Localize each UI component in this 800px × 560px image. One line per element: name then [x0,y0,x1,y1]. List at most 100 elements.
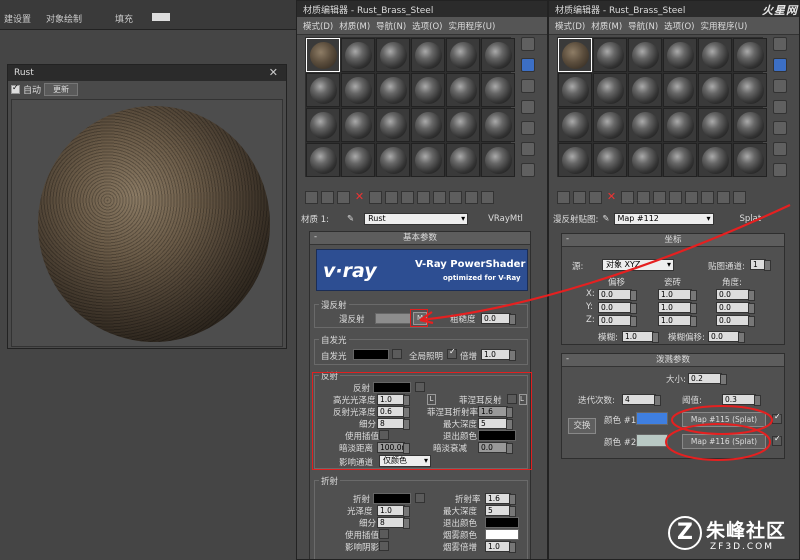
angle-x[interactable]: 0.0 [716,289,755,301]
put-library-icon[interactable] [401,191,414,204]
offset-y[interactable]: 0.0 [598,302,637,314]
map-name-field[interactable]: Map #112 [613,212,714,225]
refr-use-interp-checkbox[interactable] [379,529,389,539]
rollout-header[interactable]: 基本参数 [310,231,530,245]
sample-slot[interactable] [341,143,375,177]
sample-slot[interactable] [593,108,627,142]
sample-slot[interactable] [341,38,375,72]
blur-offset-spinner[interactable]: 0.0 [708,331,745,343]
sample-slot[interactable] [593,143,627,177]
sample-slot[interactable] [558,38,592,72]
affect-shadows-checkbox[interactable] [379,541,389,551]
blur-spinner[interactable]: 1.0 [622,331,659,343]
put-to-scene-icon[interactable] [321,191,334,204]
eyedropper-icon[interactable]: ✎ [347,214,354,224]
menu-mode[interactable]: 模式(D) [555,20,585,32]
menu-item[interactable]: 对象绘制 [46,12,82,25]
sample-slot[interactable] [733,108,767,142]
get-material-icon[interactable] [557,191,570,204]
sample-slot[interactable] [558,73,592,107]
selfillum-map-button[interactable] [392,349,402,359]
offset-z[interactable]: 0.0 [598,315,637,327]
sample-slot[interactable] [481,73,515,107]
menu-options[interactable]: 选项(O) [412,20,442,32]
sample-slot[interactable] [411,108,445,142]
menu-navigation[interactable]: 导航(N) [376,20,406,32]
sample-slot[interactable] [663,73,697,107]
go-parent-icon[interactable] [717,191,730,204]
sample-slot[interactable] [663,38,697,72]
tiling-y[interactable]: 1.0 [658,302,697,314]
sample-slot[interactable] [446,73,480,107]
offset-x[interactable]: 0.0 [598,289,637,301]
uv-tiling-icon[interactable] [773,100,787,114]
sample-slot[interactable] [376,38,410,72]
close-icon[interactable]: ✕ [269,66,278,79]
go-parent-icon[interactable] [465,191,478,204]
color2-swatch[interactable] [636,434,668,447]
options-icon[interactable] [521,163,535,177]
sample-slot[interactable] [593,73,627,107]
tiling-x[interactable]: 1.0 [658,289,697,301]
menu-navigation[interactable]: 导航(N) [628,20,658,32]
sample-slot[interactable] [593,38,627,72]
options-icon[interactable] [773,163,787,177]
sample-slot[interactable] [698,73,732,107]
copy-material-icon[interactable] [369,191,382,204]
sample-slot[interactable] [306,38,340,72]
sample-slot[interactable] [698,143,732,177]
sample-slot[interactable] [446,143,480,177]
sample-type-icon[interactable] [773,37,787,51]
sample-slot[interactable] [481,38,515,72]
sample-slot[interactable] [558,108,592,142]
show-map-icon[interactable] [433,191,446,204]
sample-slot[interactable] [698,38,732,72]
sample-slot[interactable] [411,38,445,72]
refr-max-depth-spinner[interactable]: 5 [485,505,516,517]
sample-slot[interactable] [341,73,375,107]
material-id-icon[interactable] [417,191,430,204]
fog-mult-spinner[interactable]: 1.0 [485,541,516,553]
background-icon[interactable] [521,79,535,93]
refract-color-swatch[interactable] [373,493,411,504]
material-type-button[interactable]: VRayMtl [488,214,523,224]
channel-spinner[interactable]: 1 [750,259,771,271]
angle-y[interactable]: 0.0 [716,302,755,314]
assign-material-icon[interactable] [589,191,602,204]
sample-slot[interactable] [733,73,767,107]
sample-slot[interactable] [306,108,340,142]
swap-button[interactable]: 交换 [568,418,596,434]
menu-options[interactable]: 选项(O) [664,20,694,32]
threshold-spinner[interactable]: 0.3 [722,394,761,406]
sample-slot[interactable] [376,73,410,107]
iterations-spinner[interactable]: 4 [622,394,661,406]
preview-titlebar[interactable]: Rust ✕ [8,65,286,81]
go-sibling-icon[interactable] [733,191,746,204]
sample-slot[interactable] [411,73,445,107]
menu-material[interactable]: 材质(M) [591,20,622,32]
color1-swatch[interactable] [636,412,668,425]
sample-slot[interactable] [341,108,375,142]
size-spinner[interactable]: 0.2 [688,373,727,385]
sample-slot[interactable] [411,143,445,177]
color2-map-checkbox[interactable] [772,434,782,446]
sample-slot[interactable] [628,73,662,107]
angle-z[interactable]: 0.0 [716,315,755,327]
make-unique-icon[interactable] [637,191,650,204]
sample-slot[interactable] [306,143,340,177]
map-type-button[interactable]: Splat [740,214,762,224]
reset-icon[interactable]: ✕ [605,191,618,204]
editor1-titlebar[interactable]: 材质编辑器 - Rust_Brass_Steel [297,1,547,17]
video-check-icon[interactable] [521,121,535,135]
sample-type-icon[interactable] [521,37,535,51]
go-sibling-icon[interactable] [481,191,494,204]
roughness-spinner[interactable]: 0.0 [481,313,516,325]
material-id-icon[interactable] [669,191,682,204]
sample-slot[interactable] [628,143,662,177]
background-icon[interactable] [773,79,787,93]
tiling-z[interactable]: 1.0 [658,315,697,327]
color1-map-checkbox[interactable] [772,412,782,424]
show-map-icon[interactable] [685,191,698,204]
menu-item[interactable]: 填充 [115,12,133,25]
menu-mode[interactable]: 模式(D) [303,20,333,32]
